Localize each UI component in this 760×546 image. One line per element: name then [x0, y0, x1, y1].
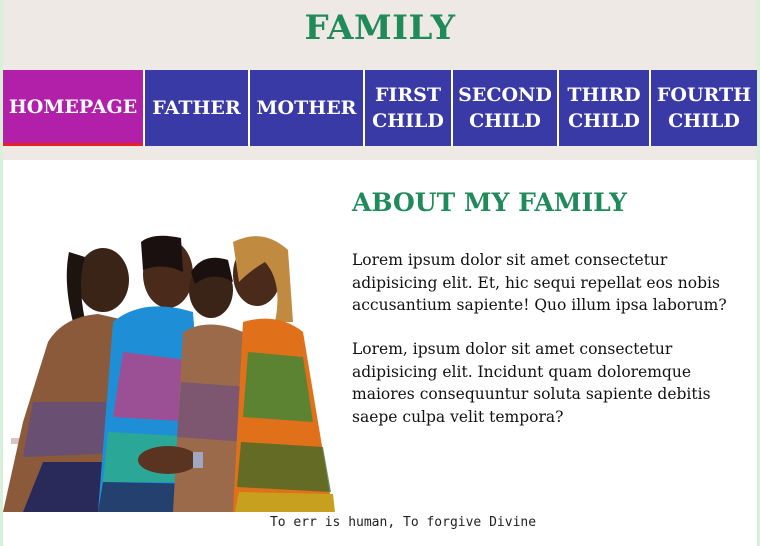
nav-item-mother[interactable]: MOTHER: [248, 70, 363, 146]
nav-item-homepage[interactable]: HOMEPAGE: [3, 70, 143, 146]
nav-item-fourth-child[interactable]: FOURTH CHILD: [649, 70, 757, 146]
site-header: FAMILY HOMEPAGE FATHER MOTHER FIRST CHILD…: [3, 0, 757, 160]
about-paragraph-2: Lorem, ipsum dolor sit amet consectetur …: [352, 340, 711, 426]
about-paragraph-1: Lorem ipsum dolor sit amet consectetur a…: [352, 251, 727, 314]
family-photo: [3, 222, 350, 512]
footer-quote: To err is human, To forgive Divine: [269, 515, 537, 530]
main-nav: HOMEPAGE FATHER MOTHER FIRST CHILD SECOND…: [3, 70, 757, 146]
site-title: FAMILY: [304, 8, 456, 48]
nav-item-father[interactable]: FATHER: [143, 70, 248, 146]
nav-item-third-child[interactable]: THIRD CHILD: [557, 70, 649, 146]
nav-item-first-child[interactable]: FIRST CHILD: [363, 70, 451, 146]
nav-item-second-child[interactable]: SECOND CHILD: [451, 70, 557, 146]
about-title: ABOUT MY FAMILY: [352, 188, 627, 217]
